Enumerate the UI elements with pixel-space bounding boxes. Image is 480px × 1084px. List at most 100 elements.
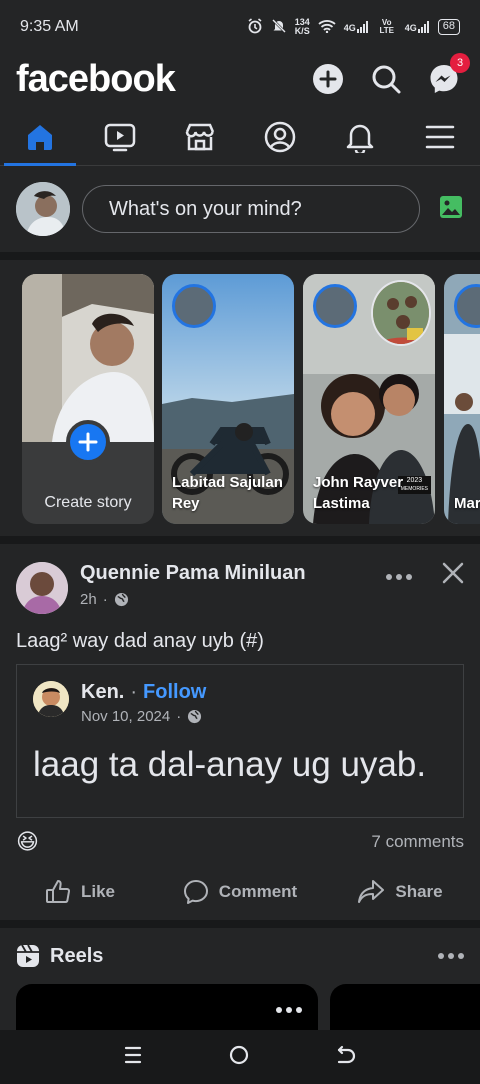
net-speed: 134 K/S: [295, 18, 310, 36]
reels-more-button[interactable]: [438, 947, 464, 965]
bell-icon: [346, 124, 374, 153]
post-close-button[interactable]: [442, 562, 464, 618]
recent-apps-icon: [124, 1046, 141, 1063]
user-avatar[interactable]: [16, 182, 70, 236]
home-icon: [28, 124, 52, 150]
share-arrow-icon: [358, 880, 385, 903]
stories-tray: Create story Labitad Sajulan Rey 2023 ME…: [0, 260, 480, 536]
signal-2: 4G: [405, 21, 430, 33]
shared-author-name[interactable]: Ken.: [81, 681, 124, 704]
story-name: Labitad Sajulan Rey: [172, 474, 283, 512]
home-circle-icon: [229, 1045, 249, 1064]
post-author-avatar[interactable]: [16, 562, 68, 614]
signal-bars-icon: [356, 21, 368, 33]
post-meta: 2h ·: [80, 591, 386, 608]
shared-author-info: Ken. · Follow Nov 10, 2024 ·: [81, 681, 206, 725]
story-card[interactable]: Mar Ratu: [444, 274, 480, 524]
shared-author-avatar[interactable]: [33, 681, 69, 717]
app-header: facebook 3: [0, 53, 480, 104]
home-button[interactable]: [228, 1044, 250, 1071]
mute-bell-icon: [271, 18, 287, 37]
reels-header: Reels: [16, 938, 464, 974]
post-author-info: Quennie Pama Miniluan 2h ·: [80, 562, 386, 618]
shared-post-header: Ken. · Follow Nov 10, 2024 ·: [33, 681, 206, 725]
share-label: Share: [395, 882, 443, 901]
follow-button[interactable]: Follow: [143, 681, 206, 704]
like-label: Like: [80, 882, 116, 901]
section-divider: [0, 252, 480, 260]
meta-dot: ·: [102, 591, 108, 608]
recent-apps-button[interactable]: [123, 1045, 143, 1070]
story-name: Mar Ratu: [454, 495, 480, 512]
feed-post: Quennie Pama Miniluan 2h · Laag² way dad…: [0, 546, 480, 920]
shared-post-date[interactable]: Nov 10, 2024: [81, 708, 170, 725]
comment-icon: [183, 880, 208, 904]
globe-icon: [188, 709, 202, 724]
facebook-logo[interactable]: facebook: [16, 58, 290, 101]
shared-author-line: Ken. · Follow: [81, 681, 206, 704]
like-button[interactable]: Like: [0, 872, 160, 912]
whats-on-your-mind-input[interactable]: What's on your mind?: [82, 185, 420, 233]
close-icon: [442, 562, 464, 584]
section-divider: [0, 536, 480, 544]
post-actions: Like Comment Share: [0, 872, 480, 912]
marketplace-icon: [185, 123, 215, 150]
plus-icon: [78, 432, 98, 452]
reel-card[interactable]: [16, 984, 318, 1034]
post-time[interactable]: 2h: [80, 591, 97, 608]
hamburger-menu-icon: [425, 125, 455, 148]
tab-marketplace[interactable]: [160, 108, 240, 165]
story-avatar: [313, 284, 357, 328]
post-header: Quennie Pama Miniluan 2h ·: [16, 562, 464, 618]
create-post-button[interactable]: [308, 59, 348, 99]
search-button[interactable]: [366, 59, 406, 99]
tab-notifications[interactable]: [320, 108, 400, 165]
reels-icon: [17, 944, 39, 967]
post-text: Laag² way dad anay uyb (#): [16, 630, 264, 652]
globe-icon: [114, 592, 128, 607]
comment-label: Comment: [218, 882, 298, 901]
signal-2-label: 4G: [404, 23, 417, 33]
alarm-icon: [247, 17, 263, 37]
tab-home[interactable]: [0, 108, 80, 166]
post-author-name[interactable]: Quennie Pama Miniluan: [80, 562, 386, 585]
more-dots-icon[interactable]: [276, 1006, 302, 1014]
reels-title: Reels: [50, 944, 104, 967]
haha-reaction-icon[interactable]: 😆: [16, 829, 371, 855]
tab-video[interactable]: [80, 108, 160, 165]
video-icon: [104, 123, 136, 151]
share-button[interactable]: Share: [320, 872, 480, 912]
plus-icon: [313, 64, 343, 94]
photo-upload-button[interactable]: [438, 194, 464, 225]
post-reactions: 😆 7 comments: [16, 828, 464, 856]
create-story-card[interactable]: Create story: [22, 274, 154, 524]
shared-post[interactable]: Ken. · Follow Nov 10, 2024 · laag ta dal…: [16, 664, 464, 818]
signal-1-label: 4G: [343, 23, 356, 33]
back-arrow-icon: [338, 1045, 356, 1063]
add-story-button[interactable]: [66, 420, 110, 464]
volte-label: Vo LTE: [379, 18, 394, 35]
messenger-button[interactable]: 3: [424, 53, 470, 99]
story-card[interactable]: 2023 MEMORIES John Rayver Lastima: [303, 274, 435, 524]
tab-profile[interactable]: [240, 108, 320, 165]
comment-button[interactable]: Comment: [160, 872, 320, 912]
battery-indicator: 68: [437, 19, 460, 35]
status-time: 9:35 AM: [20, 18, 79, 35]
search-icon: [372, 65, 401, 94]
back-button[interactable]: [335, 1044, 357, 1071]
reel-card[interactable]: [330, 984, 480, 1034]
post-more-button[interactable]: [386, 568, 412, 618]
create-story-photo: [22, 274, 154, 442]
story-card[interactable]: Labitad Sajulan Rey: [162, 274, 294, 524]
signal-1: 4G: [344, 21, 369, 33]
messenger-badge: 3: [450, 53, 470, 73]
thumbs-up-icon: [45, 880, 70, 903]
net-speed-unit: K/S: [294, 26, 310, 36]
profile-icon: [264, 121, 296, 152]
wifi-icon: [318, 19, 336, 36]
tab-menu[interactable]: [400, 108, 480, 165]
system-nav-bar: [0, 1030, 480, 1084]
nav-tabs: [0, 108, 480, 166]
post-composer: What's on your mind?: [0, 166, 480, 252]
comments-count[interactable]: 7 comments: [371, 832, 464, 852]
